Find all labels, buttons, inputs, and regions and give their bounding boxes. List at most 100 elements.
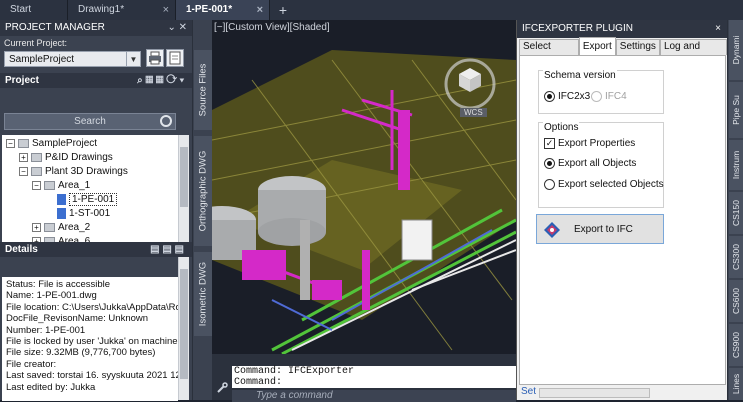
checkmark-icon: ✓ (544, 138, 555, 149)
close-icon[interactable]: × (715, 20, 727, 38)
tree-item-label: 1-ST-001 (69, 208, 111, 219)
detail-line: File creator: (6, 358, 57, 370)
radio-disabled-icon (591, 91, 602, 102)
search-icon[interactable] (160, 115, 172, 127)
detail-line: Last saved: torstai 16. syyskuuta 2021 1… (6, 370, 178, 382)
tab-select-objects[interactable]: Select Objects (519, 39, 579, 66)
ifc-logo-icon (544, 222, 560, 238)
progress-bar (539, 388, 650, 398)
tree-item-area-2[interactable]: + Area_2 (32, 221, 90, 235)
detail-line: File is locked by user 'Jukka' on machin… (6, 336, 178, 348)
tab-isometric-dwg[interactable]: Isometric DWG (194, 252, 212, 336)
print-icon[interactable] (146, 49, 164, 67)
search-placeholder: Search (74, 116, 106, 127)
tab-pipe-supports[interactable]: Pipe Su (729, 82, 743, 138)
project-section-header: Project ⌕ ▦ ▦ ⟳ ▾ (0, 73, 192, 88)
folder-icon (44, 180, 55, 190)
tree-item-plant3d-drawings[interactable]: − Plant 3D Drawings (19, 165, 128, 179)
tree-item-sampleproject[interactable]: − SampleProject (6, 137, 97, 151)
collapse-icon[interactable]: − (6, 138, 15, 148)
tree-item-label: SampleProject (32, 138, 98, 149)
tree-item-pid-drawings[interactable]: + P&ID Drawings (19, 151, 113, 165)
close-icon[interactable]: × (163, 0, 169, 20)
export-selected-objects-radio[interactable]: Export selected Objects (544, 179, 664, 190)
details-toolbar-icons[interactable]: ▤ ▤ ▤ (150, 242, 184, 257)
tree-item-label: Plant 3D Drawings (45, 166, 128, 177)
dwg-file-icon (57, 207, 66, 219)
document-icon[interactable] (166, 49, 184, 67)
detail-line: Name: 1-PE-001.dwg (6, 290, 97, 302)
project-toolbar-icons[interactable]: ⌕ ▦ ▦ ⟳ ▾ (137, 73, 184, 88)
new-tab-button[interactable]: + (270, 0, 296, 20)
expand-icon[interactable]: + (19, 152, 28, 162)
tab-label: Lines (731, 373, 741, 395)
schema-ifc4-label: IFC4 (605, 91, 627, 102)
tab-label: CS900 (731, 332, 741, 358)
project-tree: − SampleProject + P&ID Drawings − Plant 3D … (2, 135, 178, 251)
schema-ifc2x3-label: IFC2x3 (558, 91, 591, 102)
project-side-tabs: Source Files Orthographic DWG Isometric … (192, 20, 212, 400)
options-label: Options (543, 122, 580, 133)
export-to-ifc-label: Export to IFC (574, 224, 633, 235)
tab-settings[interactable]: Settings (615, 39, 660, 55)
close-icon[interactable]: × (257, 0, 263, 20)
tab-cs150[interactable]: CS150 (729, 192, 743, 234)
ifc-panel-title: IFCEXPORTER PLUGIN (522, 23, 633, 34)
tab-1-pe-001[interactable]: 1-PE-001* × (176, 0, 270, 20)
panel-controls-icon[interactable]: ⌄ ✕ (167, 20, 192, 36)
tab-drawing1[interactable]: Drawing1* × (68, 0, 176, 20)
current-project-select[interactable]: SampleProject ▼ (4, 51, 141, 67)
schema-ifc4-radio: IFC4 (591, 91, 627, 102)
dwg-file-icon (57, 193, 66, 205)
project-manager-panel: PROJECT MANAGER ⌄ ✕ Current Project: Sam… (0, 20, 192, 401)
tab-lines[interactable]: Lines (729, 368, 743, 400)
tree-item-1-st-001[interactable]: 1-ST-001 (57, 207, 110, 221)
radio-selected-icon (544, 158, 555, 169)
schema-ifc2x3-radio[interactable]: IFC2x3 (544, 91, 590, 102)
collapse-icon[interactable]: − (19, 166, 28, 176)
tab-cs300[interactable]: CS300 (729, 236, 743, 278)
search-input[interactable]: Search (4, 113, 176, 130)
export-selected-objects-label: Export selected Objects (558, 179, 664, 190)
export-properties-checkbox[interactable]: ✓ Export Properties (544, 138, 635, 149)
tab-dynamic[interactable]: Dynami (729, 20, 743, 80)
scrollbar-thumb[interactable] (180, 269, 188, 379)
details-section-header: Details ▤ ▤ ▤ (0, 242, 192, 257)
radio-unselected-icon (544, 179, 555, 190)
project-manager-title-bar: PROJECT MANAGER ⌄ ✕ (0, 20, 192, 36)
wcs-label[interactable]: WCS (460, 108, 487, 117)
export-all-objects-radio[interactable]: Export all Objects (544, 158, 636, 169)
expand-icon[interactable]: + (32, 222, 41, 232)
tab-cs900[interactable]: CS900 (729, 324, 743, 366)
current-project-value: SampleProject (9, 54, 75, 65)
ifc-exporter-panel: IFCEXPORTER PLUGIN × Select Objects Expo… (516, 20, 727, 400)
tab-instruments[interactable]: Instrum (729, 140, 743, 190)
tab-cs600[interactable]: CS600 (729, 280, 743, 322)
scrollbar-thumb[interactable] (180, 147, 188, 207)
tree-item-1-pe-001[interactable]: 1-PE-001 (57, 193, 118, 207)
tab-source-files[interactable]: Source Files (194, 50, 212, 130)
command-line: Command: IFCExporter Command: Type a com… (212, 354, 516, 402)
tab-export[interactable]: Export (578, 37, 616, 55)
model-viewport[interactable]: [−][Custom View][Shaded] WCS (212, 20, 516, 354)
collapse-icon[interactable]: − (32, 180, 41, 190)
detail-line: Status: File is accessible (6, 279, 111, 290)
tab-label: Dynami (731, 35, 741, 65)
tool-palette-tabs: Dynami Pipe Su Instrum CS150 CS300 CS600… (727, 20, 743, 400)
export-to-ifc-button[interactable]: Export to IFC (536, 214, 664, 244)
tab-label: Pipe Su (731, 95, 741, 125)
tree-scrollbar[interactable] (178, 135, 189, 251)
viewport-controls-label[interactable]: [−][Custom View][Shaded] (214, 22, 330, 33)
tab-label: CS600 (731, 288, 741, 314)
details-panel: Status: File is accessible Name: 1-PE-00… (2, 277, 178, 401)
command-input[interactable]: Type a command (232, 390, 516, 402)
tab-log-and-license[interactable]: Log and License (659, 39, 727, 66)
folder-icon (31, 152, 42, 162)
tab-orthographic-dwg[interactable]: Orthographic DWG (194, 136, 212, 246)
tab-start[interactable]: Start (0, 0, 68, 20)
wrench-icon[interactable] (216, 382, 228, 394)
details-scrollbar[interactable] (178, 257, 189, 400)
schema-version-label: Schema version (543, 70, 617, 81)
tree-item-area-1[interactable]: − Area_1 (32, 179, 90, 193)
tree-item-label: 1-PE-001 (69, 193, 118, 206)
